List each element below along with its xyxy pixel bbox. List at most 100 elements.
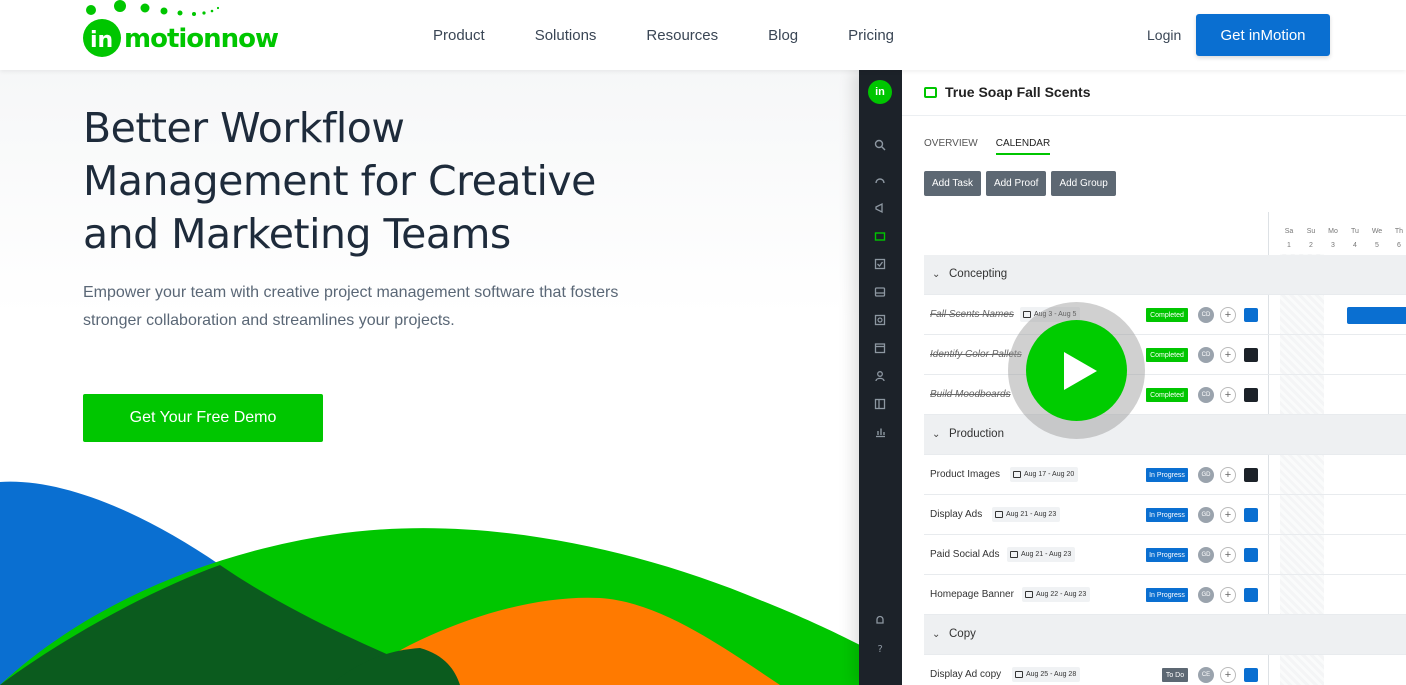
nav-product[interactable]: Product	[433, 27, 485, 44]
task-date-text: Aug 21 - Aug 23	[1006, 511, 1057, 518]
calendar-date: 1	[1287, 242, 1291, 249]
task-name[interactable]: Display Ad copy	[930, 669, 1001, 680]
add-proof-button[interactable]: Add Proof	[985, 171, 1047, 196]
task-icon[interactable]	[1244, 548, 1258, 562]
task-row[interactable]: Display Ad copy Aug 25 - Aug 28 To Do CE…	[924, 655, 1406, 685]
proof-icon[interactable]	[873, 313, 887, 327]
status-badge: In Progress	[1146, 588, 1188, 602]
task-name[interactable]: Display Ads	[930, 509, 982, 520]
app-logo[interactable]: in	[868, 80, 892, 104]
task-date-text: Aug 17 - Aug 20	[1024, 471, 1075, 478]
avatar[interactable]: GD	[1198, 587, 1214, 603]
avatar[interactable]: GD	[1198, 547, 1214, 563]
proof-icon[interactable]	[1244, 388, 1258, 402]
svg-text:motionnow: motionnow	[124, 24, 279, 54]
add-assignee-icon[interactable]: +	[1220, 667, 1236, 683]
add-assignee-icon[interactable]: +	[1220, 467, 1236, 483]
get-inmotion-button[interactable]: Get inMotion	[1196, 14, 1330, 56]
task-date: Aug 22 - Aug 23	[1022, 587, 1091, 602]
group-row-copy[interactable]: ⌄ Copy	[924, 615, 1406, 655]
task-icon[interactable]	[1244, 508, 1258, 522]
proof-icon[interactable]	[1244, 348, 1258, 362]
video-play-button[interactable]	[1008, 302, 1145, 439]
help-icon[interactable]: ?	[873, 641, 887, 655]
task-name[interactable]: Homepage Banner	[930, 589, 1014, 600]
task-name[interactable]: Paid Social Ads	[930, 549, 1000, 560]
free-demo-button[interactable]: Get Your Free Demo	[83, 394, 323, 442]
group-name: Copy	[949, 628, 976, 640]
chevron-down-icon[interactable]: ⌄	[932, 429, 940, 440]
avatar[interactable]: CE	[1198, 667, 1214, 683]
avatar[interactable]: GD	[1198, 507, 1214, 523]
project-title-text: True Soap Fall Scents	[945, 84, 1091, 100]
play-button-circle[interactable]	[1026, 320, 1127, 421]
nav-blog[interactable]: Blog	[768, 27, 798, 44]
chart-icon[interactable]	[873, 425, 887, 439]
tab-calendar[interactable]: CALENDAR	[995, 138, 1051, 155]
avatar[interactable]: CD	[1198, 387, 1214, 403]
task-name[interactable]: Product Images	[930, 469, 1000, 480]
megaphone-icon[interactable]	[873, 201, 887, 215]
task-row[interactable]: Product Images Aug 17 - Aug 20 In Progre…	[924, 455, 1406, 495]
calendar-date: 3	[1331, 242, 1335, 249]
search-icon[interactable]	[873, 138, 887, 152]
group-row-production[interactable]: ⌄ Production	[924, 415, 1406, 455]
inbox-icon[interactable]	[873, 285, 887, 299]
add-assignee-icon[interactable]: +	[1220, 307, 1236, 323]
task-row[interactable]: Homepage Banner Aug 22 - Aug 23 In Progr…	[924, 575, 1406, 615]
status-badge: Completed	[1146, 348, 1188, 362]
task-date-text: Aug 21 - Aug 23	[1021, 551, 1072, 558]
avatar[interactable]: CD	[1198, 347, 1214, 363]
calendar-icon[interactable]	[873, 341, 887, 355]
inmotionnow-logo[interactable]: in motionnow	[82, 0, 282, 60]
layout-icon[interactable]	[873, 397, 887, 411]
calendar-icon	[1015, 671, 1023, 678]
decorative-waves	[0, 481, 860, 685]
task-row[interactable]: Identify Color Pallets Completed CD +	[924, 335, 1406, 375]
task-row[interactable]: Fall Scents Names Aug 3 - Aug 5 Complete…	[924, 295, 1406, 335]
task-icon[interactable]	[873, 257, 887, 271]
task-row[interactable]: Paid Social Ads Aug 21 - Aug 23 In Progr…	[924, 535, 1406, 575]
add-group-button[interactable]: Add Group	[1051, 171, 1116, 196]
nav-pricing[interactable]: Pricing	[848, 27, 894, 44]
nav-solutions[interactable]: Solutions	[535, 27, 597, 44]
task-name[interactable]: Build Moodboards	[930, 389, 1011, 400]
group-row-concepting[interactable]: ⌄ Concepting	[924, 255, 1406, 295]
add-task-button[interactable]: Add Task	[924, 171, 981, 196]
add-assignee-icon[interactable]: +	[1220, 587, 1236, 603]
tab-overview[interactable]: OVERVIEW	[924, 138, 978, 155]
task-icon[interactable]	[1244, 308, 1258, 322]
chevron-down-icon[interactable]: ⌄	[932, 269, 940, 280]
svg-text:?: ?	[878, 644, 883, 654]
avatar[interactable]: GD	[1198, 467, 1214, 483]
add-assignee-icon[interactable]: +	[1220, 547, 1236, 563]
add-assignee-icon[interactable]: +	[1220, 347, 1236, 363]
logo-graphic: in motionnow	[83, 0, 280, 57]
proof-icon[interactable]	[1244, 468, 1258, 482]
gantt-bar[interactable]	[1347, 307, 1406, 324]
group-name: Production	[949, 428, 1004, 440]
group-name: Concepting	[949, 268, 1008, 280]
task-row[interactable]: Display Ads Aug 21 - Aug 23 In Progress …	[924, 495, 1406, 535]
login-link[interactable]: Login	[1147, 27, 1181, 43]
task-date: Aug 25 - Aug 28	[1012, 667, 1081, 682]
folder-icon[interactable]	[873, 229, 887, 243]
task-row[interactable]: Build Moodboards Completed CD +	[924, 375, 1406, 415]
gauge-icon[interactable]	[873, 173, 887, 187]
calendar-date: 5	[1375, 242, 1379, 249]
nav-resources[interactable]: Resources	[646, 27, 718, 44]
task-icon[interactable]	[1244, 588, 1258, 602]
person-icon[interactable]	[873, 369, 887, 383]
calendar-day: Sa	[1284, 228, 1294, 235]
task-icon[interactable]	[1244, 668, 1258, 682]
calendar-day: Su	[1306, 228, 1316, 235]
chevron-down-icon[interactable]: ⌄	[932, 629, 940, 640]
project-title: True Soap Fall Scents	[924, 82, 1091, 102]
avatar[interactable]: CD	[1198, 307, 1214, 323]
task-name[interactable]: Fall Scents Names	[930, 309, 1014, 320]
add-assignee-icon[interactable]: +	[1220, 387, 1236, 403]
calendar-icon	[995, 511, 1003, 518]
bell-icon[interactable]	[873, 613, 887, 627]
task-date-text: Aug 25 - Aug 28	[1026, 671, 1077, 678]
add-assignee-icon[interactable]: +	[1220, 507, 1236, 523]
